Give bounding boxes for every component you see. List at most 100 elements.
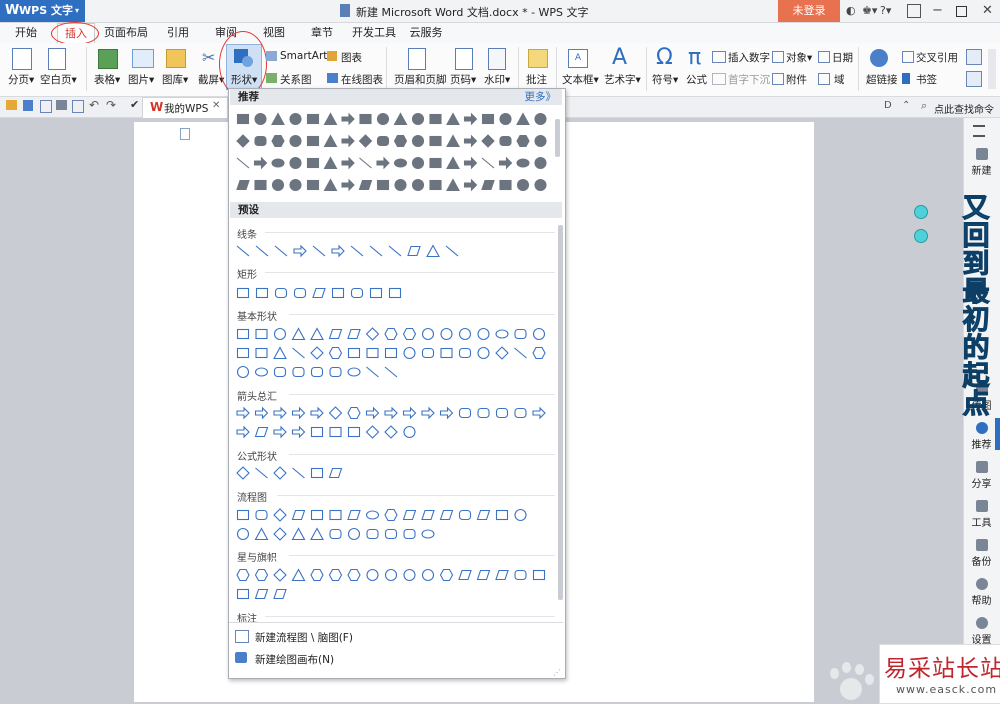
shape-option[interactable] bbox=[514, 569, 527, 581]
shape-option[interactable] bbox=[429, 113, 442, 125]
relation-chart-icon[interactable] bbox=[266, 73, 277, 83]
header-footer-button[interactable]: 页眉和页脚 bbox=[394, 72, 447, 87]
shape-option[interactable] bbox=[393, 158, 408, 168]
login-button[interactable]: 未登录 bbox=[778, 0, 840, 22]
shape-option[interactable] bbox=[289, 178, 302, 192]
shape-option[interactable] bbox=[312, 287, 326, 299]
tab-cloud[interactable]: 云服务 bbox=[404, 23, 448, 43]
shape-option[interactable] bbox=[341, 156, 355, 170]
page-number-button[interactable]: 页码▾ bbox=[450, 72, 476, 87]
shape-option[interactable] bbox=[291, 509, 306, 521]
preview-icon[interactable] bbox=[72, 100, 84, 113]
shape-option[interactable] bbox=[350, 287, 364, 299]
shape-option[interactable] bbox=[534, 112, 547, 126]
more-tools-icon[interactable] bbox=[966, 49, 982, 65]
help-button[interactable]: ?▾ bbox=[880, 3, 891, 19]
toolbar-toggle-icon[interactable]: D bbox=[884, 100, 892, 111]
shape-option[interactable] bbox=[271, 134, 285, 148]
shape-option[interactable] bbox=[421, 327, 435, 341]
shape-option[interactable] bbox=[329, 366, 342, 378]
shape-option[interactable] bbox=[254, 112, 267, 126]
shape-option[interactable] bbox=[365, 510, 380, 520]
shape-option[interactable] bbox=[328, 346, 343, 360]
shape-option[interactable] bbox=[328, 568, 343, 582]
shape-option[interactable] bbox=[323, 134, 338, 148]
shape-option[interactable] bbox=[429, 135, 442, 147]
shape-option[interactable] bbox=[292, 366, 305, 378]
shape-option[interactable] bbox=[310, 568, 324, 582]
shape-option[interactable] bbox=[306, 179, 320, 191]
shape-option[interactable] bbox=[291, 425, 306, 439]
shape-option[interactable] bbox=[341, 134, 355, 148]
bookmark-icon[interactable] bbox=[902, 73, 910, 84]
shape-option[interactable] bbox=[347, 406, 361, 420]
shape-option[interactable] bbox=[292, 467, 305, 479]
watermark-button[interactable]: 水印▾ bbox=[484, 72, 510, 87]
shape-option[interactable] bbox=[421, 406, 435, 420]
shape-option[interactable] bbox=[291, 568, 306, 582]
shape-option[interactable] bbox=[481, 157, 495, 169]
shape-option[interactable] bbox=[328, 406, 343, 420]
shape-option[interactable] bbox=[445, 245, 459, 257]
shape-option[interactable] bbox=[293, 287, 307, 299]
shape-option[interactable] bbox=[495, 346, 509, 360]
shape-option[interactable] bbox=[236, 113, 250, 125]
insert-number-icon[interactable] bbox=[712, 51, 726, 63]
shape-option[interactable] bbox=[458, 327, 472, 341]
shape-option[interactable] bbox=[366, 366, 379, 378]
shape-option[interactable] bbox=[388, 245, 402, 257]
shape-option[interactable] bbox=[463, 156, 478, 170]
shape-option[interactable] bbox=[329, 509, 342, 521]
shape-option[interactable] bbox=[347, 509, 361, 521]
shape-option[interactable] bbox=[329, 528, 342, 540]
shape-option[interactable] bbox=[236, 588, 250, 600]
shape-option[interactable] bbox=[254, 426, 269, 438]
symbol-button[interactable]: 符号▾ bbox=[652, 72, 678, 87]
shape-option[interactable] bbox=[289, 112, 302, 126]
shape-option[interactable] bbox=[328, 328, 343, 340]
shape-option[interactable] bbox=[384, 347, 398, 359]
shape-option[interactable] bbox=[347, 568, 361, 582]
shape-option[interactable] bbox=[365, 327, 380, 341]
search-icon[interactable]: ⌕ bbox=[921, 99, 927, 113]
shape-option[interactable] bbox=[273, 568, 287, 582]
gallery-button[interactable]: 图库▾ bbox=[162, 72, 188, 87]
shape-option[interactable] bbox=[402, 406, 417, 420]
shape-option[interactable] bbox=[463, 134, 478, 148]
shape-option[interactable] bbox=[306, 113, 320, 125]
shape-option[interactable] bbox=[366, 347, 379, 359]
shape-option[interactable] bbox=[402, 327, 417, 341]
shape-option[interactable] bbox=[439, 509, 454, 521]
shape-option[interactable] bbox=[271, 158, 285, 168]
shape-option[interactable] bbox=[236, 425, 250, 439]
shape-option[interactable] bbox=[369, 245, 383, 257]
shape-option[interactable] bbox=[516, 178, 530, 192]
shape-option[interactable] bbox=[411, 178, 425, 192]
shape-option[interactable] bbox=[516, 158, 530, 168]
shape-option[interactable] bbox=[255, 509, 268, 521]
shape-option[interactable] bbox=[255, 347, 268, 359]
tab-page-layout[interactable]: 页面布局 bbox=[100, 23, 152, 43]
shape-option[interactable] bbox=[532, 327, 546, 341]
shape-option[interactable] bbox=[310, 406, 324, 420]
shape-option[interactable] bbox=[310, 366, 324, 378]
shape-option[interactable] bbox=[359, 113, 372, 125]
shape-option[interactable] bbox=[495, 509, 509, 521]
shape-option[interactable] bbox=[254, 406, 269, 420]
smartart-icon[interactable] bbox=[266, 51, 277, 61]
shape-option[interactable] bbox=[534, 156, 547, 170]
shape-option[interactable] bbox=[481, 134, 495, 148]
shape-option[interactable] bbox=[394, 178, 407, 192]
shape-option[interactable] bbox=[393, 134, 408, 148]
shape-option[interactable] bbox=[534, 134, 547, 148]
shape-option[interactable] bbox=[384, 508, 398, 522]
shape-option[interactable] bbox=[254, 367, 269, 377]
sidebar-item-tools[interactable]: 工具 bbox=[963, 500, 1000, 529]
shape-option[interactable] bbox=[273, 425, 287, 439]
shape-option[interactable] bbox=[292, 347, 305, 359]
shape-option[interactable] bbox=[331, 287, 345, 299]
shape-option[interactable] bbox=[458, 569, 472, 581]
omega-icon[interactable]: Ω bbox=[656, 45, 673, 71]
crossref-button[interactable]: 交叉引用 bbox=[916, 50, 958, 65]
shape-option[interactable] bbox=[476, 569, 491, 581]
